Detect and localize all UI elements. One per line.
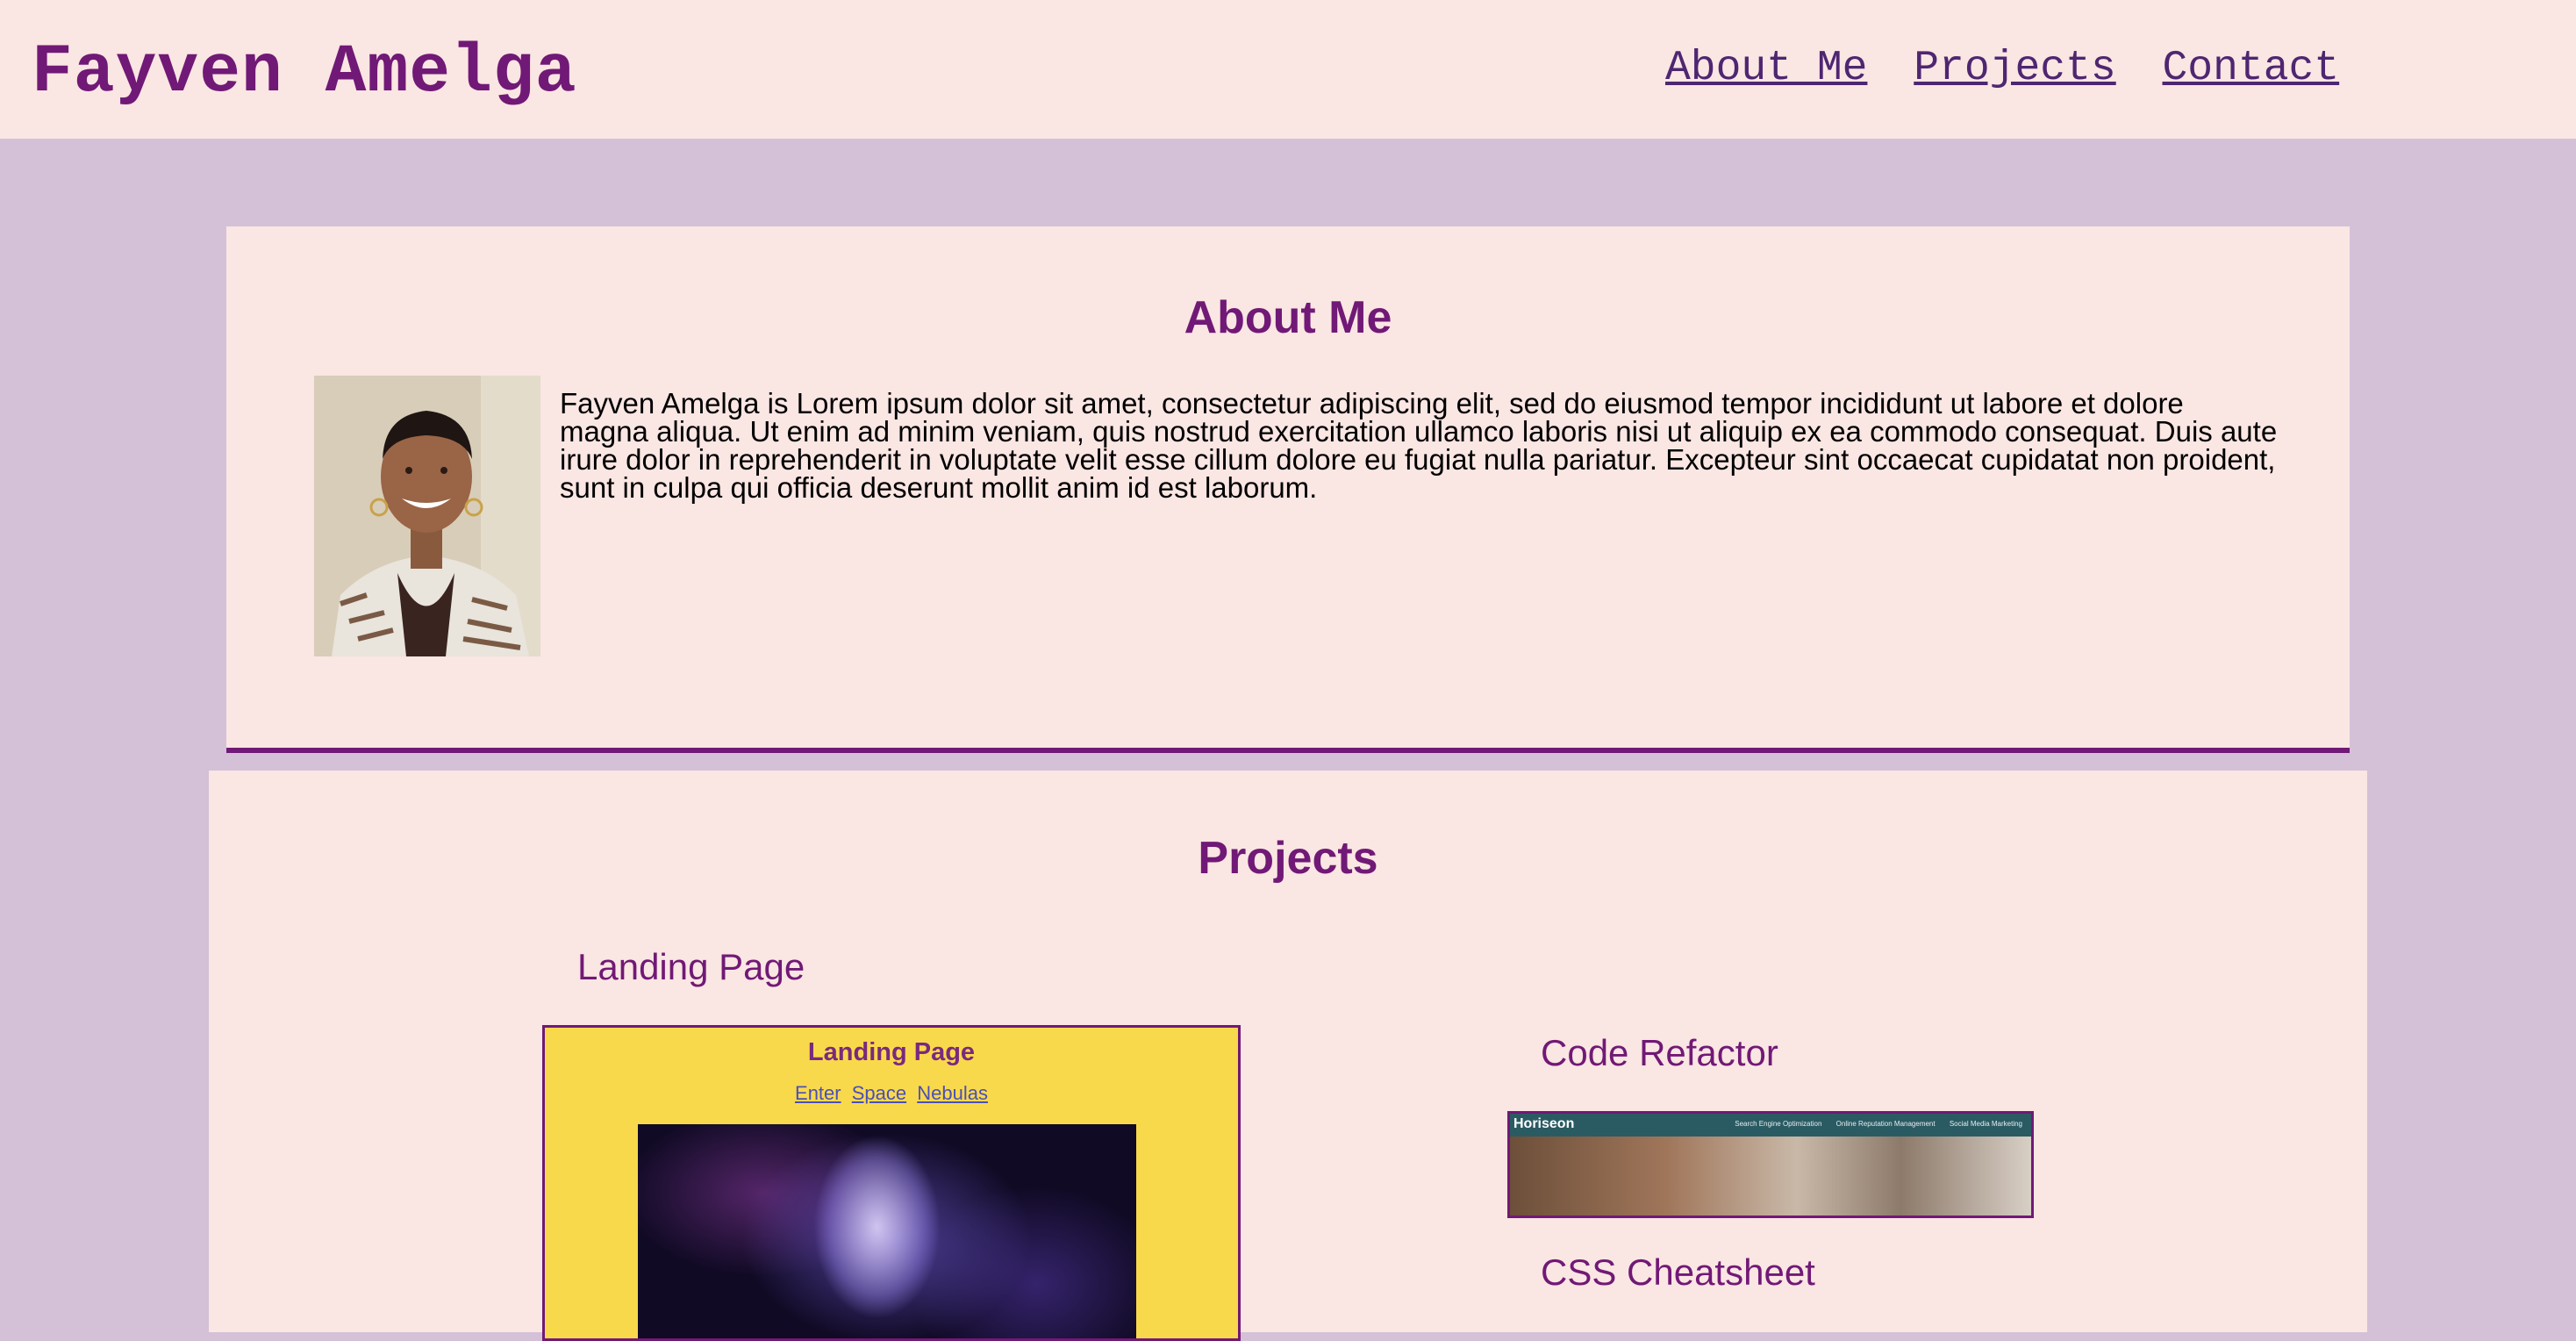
project-refactor-preview[interactable]: Horiseon Search Engine Optimization Onli… <box>1507 1111 2034 1218</box>
main-nav: About Me Projects Contact <box>1665 42 2360 95</box>
nav-link-about-me[interactable]: About Me <box>1665 45 1867 92</box>
nav-link-contact[interactable]: Contact <box>2163 45 2340 92</box>
landing-preview-link-nebulas[interactable]: Nebulas <box>917 1082 988 1104</box>
project-landing-preview[interactable]: Landing Page Enter Space Nebulas <box>542 1025 1241 1341</box>
landing-preview-links: Enter Space Nebulas <box>545 1082 1238 1105</box>
project-css-heading: CSS Cheatsheet <box>1541 1251 1815 1293</box>
projects-section: Projects Landing Page Landing Page Enter… <box>209 771 2367 1341</box>
about-title: About Me <box>1184 292 1392 343</box>
refactor-preview-nav-item: Search Engine Optimization <box>1735 1120 1822 1128</box>
nebula-image <box>638 1124 1136 1338</box>
about-body: Fayven Amelga is Lorem ipsum dolor sit a… <box>560 387 2278 504</box>
profile-photo-image <box>314 376 540 656</box>
site-title: Fayven Amelga <box>32 34 577 111</box>
project-refactor-heading: Code Refactor <box>1541 1032 1778 1073</box>
refactor-preview-nav-item: Online Reputation Management <box>1835 1120 1936 1128</box>
site-header: Fayven Amelga About Me Projects Contact <box>0 0 2576 139</box>
landing-preview-title: Landing Page <box>807 1038 976 1066</box>
about-section: About Me Fayven Amelga is Lorem ipsum do… <box>226 226 2350 749</box>
refactor-preview-brand: Horiseon <box>1513 1116 1575 1131</box>
refactor-preview-nav-item: Social Media Marketing <box>1949 1120 2022 1128</box>
nav-link-projects[interactable]: Projects <box>1914 45 2115 92</box>
projects-title: Projects <box>1198 833 1378 884</box>
refactor-preview-nav: Search Engine Optimization Online Reputa… <box>1722 1120 2022 1128</box>
about-divider <box>226 748 2350 753</box>
refactor-preview-header: Horiseon Search Engine Optimization Onli… <box>1510 1114 2031 1137</box>
landing-preview-link-space[interactable]: Space <box>852 1082 906 1104</box>
profile-photo <box>314 376 540 656</box>
project-landing-heading: Landing Page <box>577 946 805 987</box>
landing-preview-link-enter[interactable]: Enter <box>795 1082 841 1104</box>
